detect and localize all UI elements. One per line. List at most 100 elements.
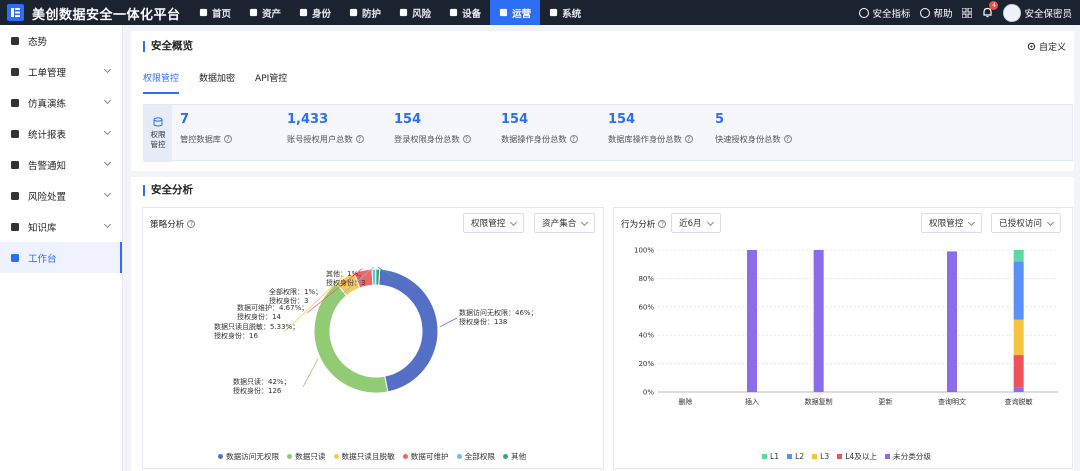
y-tick-label: 60% xyxy=(638,303,654,311)
bar-segment[interactable] xyxy=(1013,355,1024,388)
donut-label: 授权身份：16 xyxy=(214,331,258,340)
bar-segment[interactable] xyxy=(1013,319,1024,356)
sidebar-item[interactable]: 工作台 xyxy=(0,242,122,273)
bar-segment[interactable] xyxy=(1013,250,1024,262)
legend-label: 未分类分级 xyxy=(893,452,931,461)
y-tick-label: 40% xyxy=(638,332,654,340)
id-card-icon xyxy=(299,8,308,17)
legend-item[interactable]: L3 xyxy=(812,451,829,462)
sidebar-item-label: 风险处置 xyxy=(28,191,67,203)
bar-segment[interactable] xyxy=(1013,387,1024,392)
legend-label: 数据只读且脱敏 xyxy=(341,452,395,461)
sidebar-item[interactable]: 统计报表 xyxy=(0,118,122,149)
stat-value: 7 xyxy=(180,112,190,127)
legend-item[interactable]: 未分类分级 xyxy=(885,451,931,462)
donut-slice[interactable] xyxy=(313,282,389,394)
stat-label-text: 数据操作身份总数 xyxy=(501,134,567,144)
nav-item[interactable]: 运营 xyxy=(490,0,541,25)
analysis-title: 安全分析 xyxy=(143,185,193,196)
legend-item[interactable]: 数据可维护 xyxy=(402,451,449,462)
stat-value: 5 xyxy=(715,112,725,127)
nav-item[interactable]: 系统 xyxy=(540,0,590,25)
notification-button[interactable]: 4 xyxy=(982,1,999,18)
sidebar-item[interactable]: 告警通知 xyxy=(0,149,122,180)
book-icon xyxy=(11,222,19,231)
sidebar-item[interactable]: 风险处置 xyxy=(0,180,122,211)
stat-label-text: 管控数据库 xyxy=(180,134,221,144)
nav-item[interactable]: 首页 xyxy=(190,0,240,25)
sidebar-item[interactable]: 工单管理 xyxy=(0,56,122,87)
nav-item-label: 设备 xyxy=(462,8,482,20)
bar-segment[interactable] xyxy=(1013,261,1024,320)
report-icon xyxy=(11,129,19,138)
nav-item[interactable]: 资产 xyxy=(240,0,290,25)
period-dropdown[interactable]: 近6月 xyxy=(671,213,721,233)
donut-label: 授权身份：3 xyxy=(326,278,365,287)
legend-item[interactable]: L1 xyxy=(762,451,779,462)
legend-dot xyxy=(503,454,509,459)
donut-slice[interactable] xyxy=(378,268,439,393)
donut-label: 授权身份：14 xyxy=(237,312,281,321)
help-icon[interactable]: ? xyxy=(783,135,792,143)
overview-tab[interactable]: 数据加密 xyxy=(199,71,235,94)
stat-value: 154 xyxy=(501,112,529,127)
sidebar-item[interactable]: 仿真演练 xyxy=(0,87,122,118)
system-icon xyxy=(550,8,558,17)
nav-item-label: 首页 xyxy=(212,8,232,20)
help-icon[interactable]: ? xyxy=(355,135,364,143)
legend-label: 全部权限 xyxy=(464,452,496,461)
overview-tab[interactable]: API管控 xyxy=(255,71,287,94)
legend-label: 数据只读 xyxy=(295,452,326,461)
overview-tab[interactable]: 权限管控 xyxy=(143,71,180,94)
access-type-dropdown[interactable]: 已授权访问 xyxy=(991,213,1061,233)
bar-segment[interactable] xyxy=(747,250,757,392)
help-icon[interactable]: ? xyxy=(658,220,667,228)
help-icon[interactable]: ? xyxy=(223,135,232,143)
stat-label: 快速授权身份总数? xyxy=(715,133,814,145)
help-icon[interactable]: ? xyxy=(187,220,196,228)
strategy-title: 策略分析 ? xyxy=(150,218,196,230)
sidebar-item[interactable]: 知识库 xyxy=(0,211,122,242)
legend-item[interactable]: L4及以上 xyxy=(837,451,877,462)
help-icon[interactable]: ? xyxy=(569,135,578,143)
help-icon[interactable]: ? xyxy=(462,135,471,143)
help-icon[interactable]: ? xyxy=(684,135,693,143)
nav-item[interactable]: 风险 xyxy=(390,0,440,25)
behavior-title-text: 行为分析 xyxy=(621,220,656,230)
chevron-down-icon xyxy=(103,65,112,74)
stats-header: 权限管控 xyxy=(144,105,172,162)
help-button[interactable]: 帮助 xyxy=(920,6,952,20)
customize-button[interactable]: 自定义 xyxy=(1027,40,1066,53)
bar-segment[interactable] xyxy=(813,250,824,392)
strategy-analysis-panel: 策略分析 ? 权限管控 资产集合 数据访问无权限：46%； 授权身份：138 数据只… xyxy=(142,207,604,469)
asset-set-dropdown[interactable]: 资产集合 xyxy=(534,213,596,233)
stat-item: 154 登录权限身份总数? xyxy=(386,105,493,160)
legend-item[interactable]: 数据访问无权限 xyxy=(218,451,279,462)
legend-item[interactable]: 数据只读 xyxy=(287,451,326,462)
user-menu[interactable]: 安全保密员 xyxy=(1003,3,1072,22)
alert-shield-icon xyxy=(399,8,408,17)
device-icon xyxy=(449,8,458,17)
legend-item[interactable]: 其他 xyxy=(503,451,526,462)
donut-slice[interactable] xyxy=(375,268,381,286)
stat-label: 数据库操作身份总数? xyxy=(608,133,707,145)
top-right-tools: 安全指标 帮助 4 安全保密员 xyxy=(859,0,1072,25)
legend-item[interactable]: 全部权限 xyxy=(456,451,496,462)
nav-item[interactable]: 防护 xyxy=(340,0,390,25)
sidebar-item[interactable]: 态势 xyxy=(0,25,122,56)
behavior-scope-dropdown[interactable]: 权限管控 xyxy=(921,213,983,233)
legend-item[interactable]: L2 xyxy=(787,451,804,462)
donut-label: 授权身份：138 xyxy=(459,317,507,326)
stat-label: 管控数据库? xyxy=(180,133,279,145)
chevron-down-icon xyxy=(103,189,112,198)
strategy-scope-dropdown[interactable]: 权限管控 xyxy=(463,213,525,233)
app-title: 美创数据安全一体化平台 xyxy=(32,8,181,23)
nav-item[interactable]: 设备 xyxy=(440,0,490,25)
apps-button[interactable] xyxy=(962,7,973,18)
nav-item-label: 风险 xyxy=(412,8,432,20)
bar-segment[interactable] xyxy=(947,251,957,392)
legend-item[interactable]: 数据只读且脱敏 xyxy=(333,451,395,462)
nav-item[interactable]: 身份 xyxy=(290,0,340,25)
donut-slice[interactable] xyxy=(371,268,377,286)
security-index-button[interactable]: 安全指标 xyxy=(859,6,910,20)
